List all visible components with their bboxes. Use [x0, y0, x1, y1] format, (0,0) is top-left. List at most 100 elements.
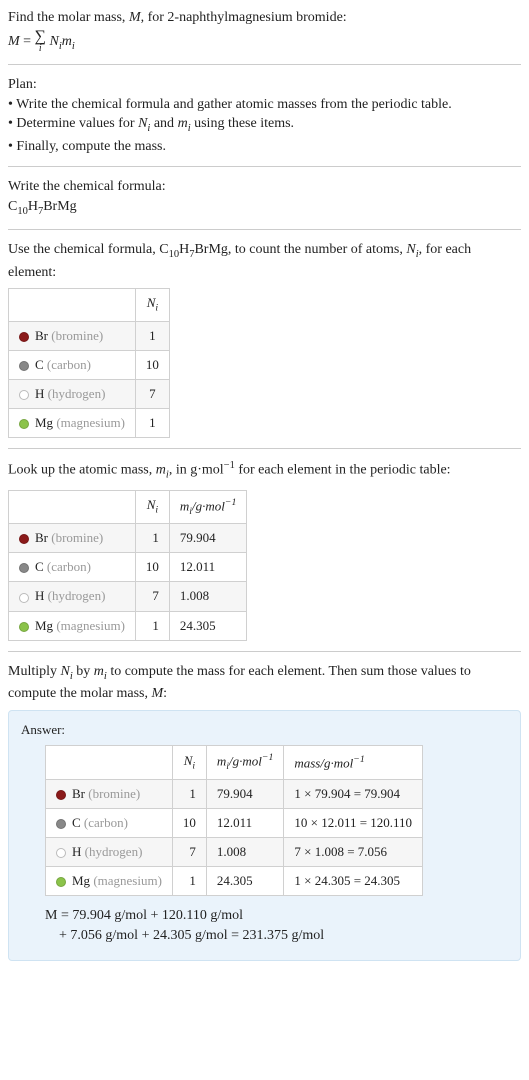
cf10: 10: [169, 249, 180, 260]
hdr-mass: mass/g·mol−1: [284, 746, 423, 780]
sum-mi: i: [72, 40, 75, 51]
sum-symbol: ∑: [35, 30, 46, 44]
el-sym: H: [35, 588, 44, 603]
el-name: (bromine): [51, 530, 103, 545]
el-sym: Mg: [35, 618, 53, 633]
hdr-i: i: [155, 505, 158, 516]
hdr-i: i: [192, 760, 195, 771]
sum-m: m: [62, 34, 72, 49]
table-row: H (hydrogen)7: [9, 380, 170, 409]
table-row: Br (bromine)179.9041 × 79.904 = 79.904: [46, 779, 423, 808]
chem-formula: C10H7BrMg: [8, 197, 521, 219]
el-name: (magnesium): [93, 873, 162, 888]
divider: [8, 448, 521, 449]
hdr-m: m: [217, 753, 226, 768]
hdr-blank: [46, 746, 173, 780]
cell-n: 1: [135, 611, 169, 640]
cell-n: 10: [135, 553, 169, 582]
bromine-dot-icon: [19, 534, 29, 544]
answer-table: Ni mi/g·mol−1 mass/g·mol−1 Br (bromine)1…: [45, 745, 423, 896]
count-table: Ni Br (bromine)1 C (carbon)10 H (hydroge…: [8, 288, 170, 438]
cfc: C: [159, 242, 168, 257]
cell-el: Mg (magnesium): [9, 409, 136, 438]
el-name: (carbon): [84, 815, 128, 830]
magnesium-dot-icon: [19, 419, 29, 429]
table-row: H (hydrogen)71.0087 × 1.008 = 7.056: [46, 838, 423, 867]
el-name: (hydrogen): [48, 588, 106, 603]
hydrogen-dot-icon: [19, 390, 29, 400]
cell-el: C (carbon): [9, 553, 136, 582]
el-name: (hydrogen): [48, 386, 106, 401]
cell-el: Br (bromine): [9, 524, 136, 553]
formula-eq: =: [20, 34, 35, 49]
table-header-row: Ni: [9, 289, 170, 321]
cell-el: C (carbon): [46, 808, 173, 837]
table-row: Mg (magnesium)1: [9, 409, 170, 438]
count-Ni-N: N: [406, 242, 415, 257]
carbon-dot-icon: [56, 819, 66, 829]
cell-el: H (hydrogen): [9, 582, 136, 611]
mass-mi-m: m: [156, 463, 166, 478]
mass-a: Look up the atomic mass,: [8, 463, 156, 478]
cell-expr: 1 × 79.904 = 79.904: [284, 779, 423, 808]
cell-m: 1.008: [169, 582, 246, 611]
cell-expr: 7 × 1.008 = 7.056: [284, 838, 423, 867]
chem-formula-heading: Write the chemical formula:: [8, 177, 521, 197]
sum-body: Nimi: [49, 34, 74, 49]
carbon-dot-icon: [19, 563, 29, 573]
hdr-Ni: Ni: [135, 490, 169, 524]
table-row: Mg (magnesium)124.3051 × 24.305 = 24.305: [46, 867, 423, 896]
el-name: (bromine): [51, 328, 103, 343]
hdr-blank: [9, 289, 136, 321]
intro-text-1: Find the molar mass,: [8, 10, 129, 25]
cf-tail: BrMg: [43, 199, 76, 214]
el-sym: H: [72, 844, 81, 859]
el-sym: H: [35, 386, 44, 401]
hdr-mass-neg1: −1: [353, 754, 364, 765]
answer-sum-line2: + 7.056 g/mol + 24.305 g/mol = 231.375 g…: [45, 926, 508, 946]
hydrogen-dot-icon: [19, 593, 29, 603]
cell-expr: 1 × 24.305 = 24.305: [284, 867, 423, 896]
divider: [8, 651, 521, 652]
cell-el: H (hydrogen): [9, 380, 136, 409]
mult-b: by: [73, 664, 94, 679]
answer-box: Answer: Ni mi/g·mol−1 mass/g·mol−1 Br (b…: [8, 710, 521, 961]
table-row: Br (bromine)1: [9, 321, 170, 350]
sum-index: i: [35, 44, 46, 53]
cfh: H: [179, 242, 189, 257]
cell-m: 79.904: [206, 779, 283, 808]
plan-heading: Plan:: [8, 75, 521, 95]
chem-formula-section: Write the chemical formula: C10H7BrMg: [8, 177, 521, 219]
table-row: C (carbon)10: [9, 350, 170, 379]
hdr-neg1: −1: [262, 752, 273, 763]
hdr-unit: /g·mol: [192, 498, 225, 513]
cell-n: 1: [172, 867, 206, 896]
ans-l1: M = 79.904 g/mol + 120.110 g/mol: [45, 908, 243, 923]
bromine-dot-icon: [19, 332, 29, 342]
mass-b: , in g·mol: [169, 463, 224, 478]
bromine-dot-icon: [56, 790, 66, 800]
intro-section: Find the molar mass, M, for 2-naphthylma…: [8, 8, 521, 54]
count-b: , to count the number of atoms,: [228, 242, 406, 257]
intro-text-2: , for 2-naphthylmagnesium bromide:: [141, 10, 347, 25]
cf-10: 10: [17, 206, 28, 217]
cell-n: 10: [135, 350, 169, 379]
el-sym: C: [35, 357, 44, 372]
plan-section: Plan: • Write the chemical formula and g…: [8, 75, 521, 156]
hdr-mi: mi/g·mol−1: [206, 746, 283, 780]
el-sym: Br: [72, 786, 85, 801]
sum-N: N: [49, 34, 58, 49]
table-row: Br (bromine)179.904: [9, 524, 247, 553]
mass-c: for each element in the periodic table:: [235, 463, 451, 478]
el-sym: Mg: [72, 873, 90, 888]
plan-bullet-1: • Write the chemical formula and gather …: [8, 95, 521, 115]
cell-n: 7: [135, 380, 169, 409]
el-name: (bromine): [88, 786, 140, 801]
el-name: (carbon): [47, 559, 91, 574]
mass-table: Ni mi/g·mol−1 Br (bromine)179.904 C (car…: [8, 490, 247, 641]
hdr-Ni: Ni: [135, 289, 169, 321]
cf-h: H: [28, 199, 38, 214]
table-row: Mg (magnesium)124.305: [9, 611, 247, 640]
divider: [8, 166, 521, 167]
answer-label: Answer:: [21, 721, 508, 739]
